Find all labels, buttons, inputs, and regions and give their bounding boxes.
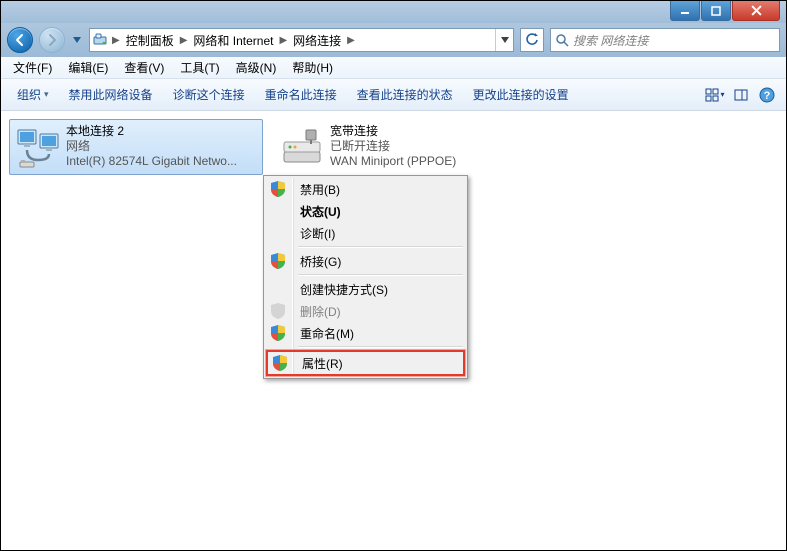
menu-advanced[interactable]: 高级(N) [228,57,285,78]
shield-icon [273,355,287,371]
shield-icon [271,325,285,341]
title-bar [1,1,786,23]
minimize-button[interactable] [670,1,700,21]
connection-status: 已断开连接 [330,139,520,154]
window-controls [669,1,780,21]
search-placeholder: 搜索 网络连接 [573,32,648,49]
menu-tools[interactable]: 工具(T) [172,57,227,78]
help-button[interactable]: ? [754,82,780,108]
connection-item-broadband[interactable]: 宽带连接 已断开连接 WAN Miniport (PPPOE) [273,119,527,175]
shield-icon [271,253,285,269]
search-box[interactable]: 搜索 网络连接 [550,28,780,52]
refresh-button[interactable] [520,28,544,52]
ctx-disable[interactable]: 禁用(B) [266,178,465,200]
shield-icon [271,303,285,319]
forward-button[interactable] [39,27,65,53]
view-mode-button[interactable] [702,82,728,108]
menu-bar: 文件(F) 编辑(E) 查看(V) 工具(T) 高级(N) 帮助(H) [1,57,786,79]
menu-help[interactable]: 帮助(H) [284,57,341,78]
cmd-status[interactable]: 查看此连接的状态 [347,79,463,110]
ctx-diagnose-label: 诊断(I) [300,225,335,242]
connection-text: 本地连接 2 网络 Intel(R) 82574L Gigabit Netwo.… [66,124,256,170]
breadcrumb-chevron-icon: ▶ [277,35,289,46]
cmd-change-settings[interactable]: 更改此连接的设置 [463,79,579,110]
breadcrumb-network-connections[interactable]: 网络连接 [289,29,345,51]
ctx-shortcut-label: 创建快捷方式(S) [300,281,388,298]
history-dropdown[interactable] [71,30,83,50]
breadcrumb-control-panel[interactable]: 控制面板 [122,29,178,51]
ctx-delete-label: 删除(D) [300,303,341,320]
menu-view[interactable]: 查看(V) [116,57,172,78]
ctx-rename-label: 重命名(M) [300,325,354,342]
command-bar: 组织 禁用此网络设备 诊断这个连接 重命名此连接 查看此连接的状态 更改此连接的… [1,79,786,111]
back-button[interactable] [7,27,33,53]
connection-name: 宽带连接 [330,124,520,139]
ctx-diagnose[interactable]: 诊断(I) [266,222,465,244]
connection-device: Intel(R) 82574L Gigabit Netwo... [66,154,256,169]
ctx-bridge[interactable]: 桥接(G) [266,250,465,272]
menu-file[interactable]: 文件(F) [5,57,60,78]
location-icon [90,32,110,48]
cmd-diagnose[interactable]: 诊断这个连接 [163,79,255,110]
breadcrumb-network-internet[interactable]: 网络和 Internet [189,29,277,51]
address-bar[interactable]: ▶ 控制面板 ▶ 网络和 Internet ▶ 网络连接 ▶ [89,28,514,52]
address-dropdown[interactable] [495,29,513,51]
ctx-rename[interactable]: 重命名(M) [266,322,465,344]
ctx-disable-label: 禁用(B) [300,181,340,198]
ctx-status[interactable]: 状态(U) [266,200,465,222]
connection-device: WAN Miniport (PPPOE) [330,154,520,169]
ctx-create-shortcut[interactable]: 创建快捷方式(S) [266,278,465,300]
ctx-status-label: 状态(U) [300,203,341,220]
connection-name: 本地连接 2 [66,124,256,139]
ctx-bridge-label: 桥接(G) [300,253,341,270]
preview-pane-button[interactable] [728,82,754,108]
breadcrumb-chevron-icon: ▶ [345,35,357,46]
context-menu: 禁用(B) 状态(U) 诊断(I) 桥接(G) 创建快捷方式(S) 删除(D) [263,175,468,379]
cmd-rename[interactable]: 重命名此连接 [255,79,347,110]
maximize-button[interactable] [701,1,731,21]
ethernet-icon [14,124,62,172]
window-frame: ▶ 控制面板 ▶ 网络和 Internet ▶ 网络连接 ▶ 搜索 网络连接 文… [0,0,787,551]
connection-item-local[interactable]: 本地连接 2 网络 Intel(R) 82574L Gigabit Netwo.… [9,119,263,175]
svg-text:?: ? [764,90,771,102]
connection-text: 宽带连接 已断开连接 WAN Miniport (PPPOE) [330,124,520,170]
breadcrumb-chevron-icon: ▶ [178,35,190,46]
cmd-disable-device[interactable]: 禁用此网络设备 [59,79,163,110]
shield-icon [271,181,285,197]
cmd-organize[interactable]: 组织 [7,79,59,110]
ctx-delete: 删除(D) [266,300,465,322]
navigation-bar: ▶ 控制面板 ▶ 网络和 Internet ▶ 网络连接 ▶ 搜索 网络连接 [1,23,786,57]
search-icon [551,33,573,47]
modem-icon [278,124,326,172]
breadcrumb-chevron-icon: ▶ [110,35,122,46]
connection-status: 网络 [66,139,256,154]
ctx-properties[interactable]: 属性(R) [266,350,465,376]
close-button[interactable] [732,1,780,21]
ctx-properties-label: 属性(R) [302,355,343,372]
menu-edit[interactable]: 编辑(E) [60,57,116,78]
